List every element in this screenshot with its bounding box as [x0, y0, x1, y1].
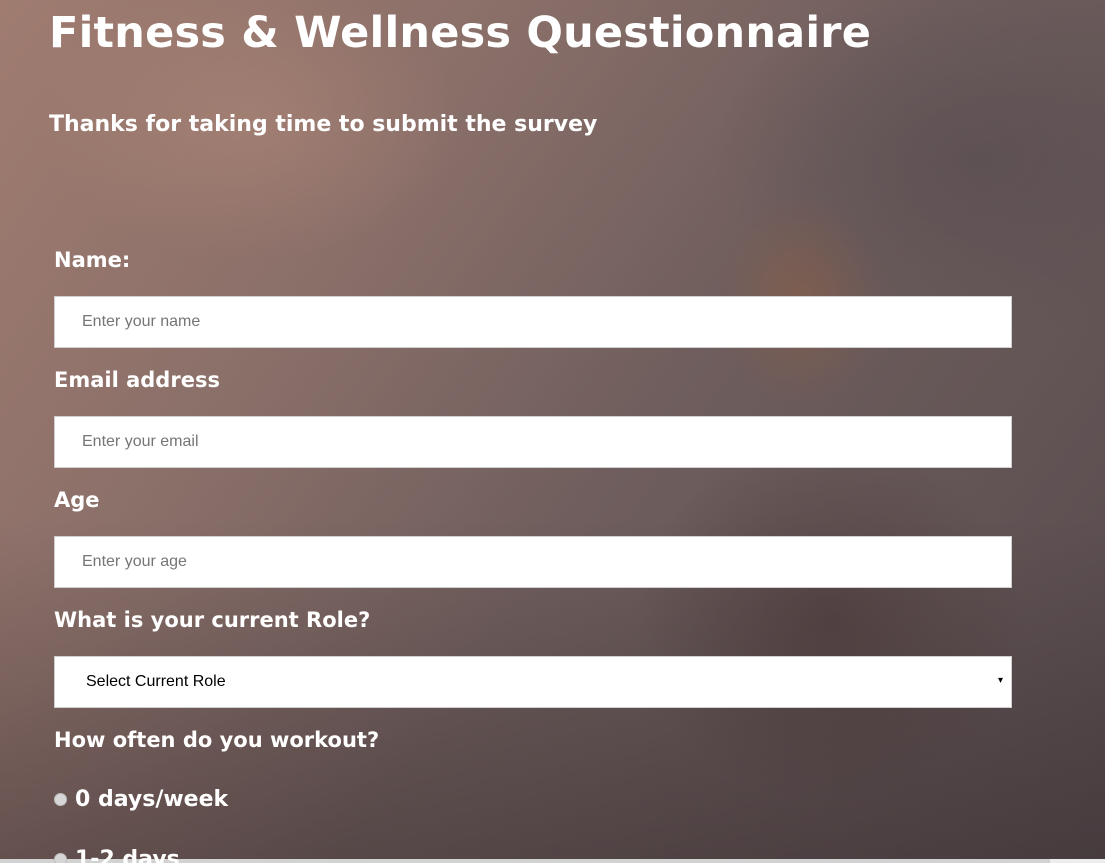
role-label: What is your current Role?	[54, 608, 371, 632]
role-select-value: Select Current Role	[86, 673, 226, 690]
email-label: Email address	[54, 368, 220, 392]
radio-option-label: 1-2 days	[75, 847, 180, 863]
radio-option-label: 0 days/week	[75, 787, 229, 812]
radio-button[interactable]	[54, 793, 67, 806]
page-title: Fitness & Wellness Questionnaire	[49, 8, 872, 58]
role-select[interactable]: Select Current Role ▾	[54, 656, 1012, 708]
name-label: Name:	[54, 248, 131, 272]
workout-frequency-label: How often do you workout?	[54, 728, 380, 752]
radio-button[interactable]	[54, 853, 67, 863]
name-input[interactable]	[54, 296, 1012, 348]
chevron-down-icon: ▾	[997, 675, 1003, 686]
page-description: Thanks for taking time to submit the sur…	[49, 112, 598, 137]
age-label: Age	[54, 488, 100, 512]
email-input[interactable]	[54, 416, 1012, 468]
age-input[interactable]	[54, 536, 1012, 588]
